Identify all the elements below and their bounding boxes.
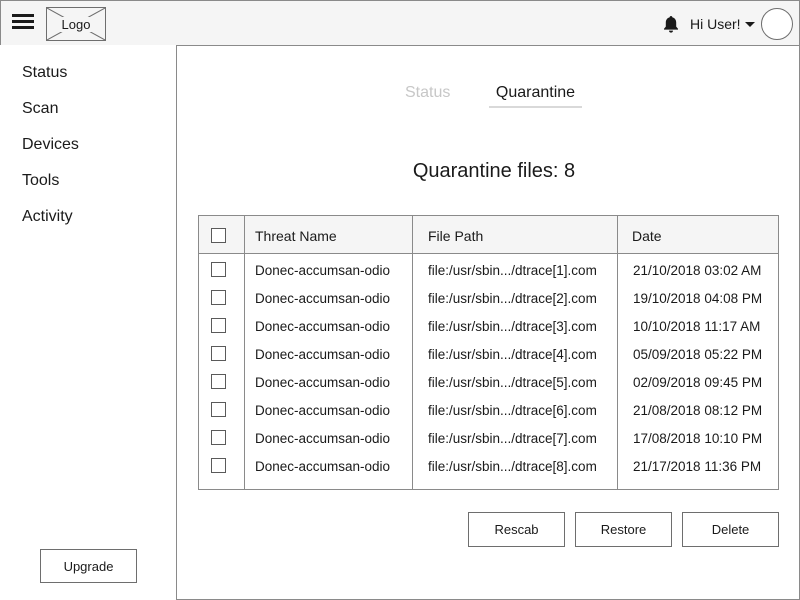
table-header: Threat Name File Path Date [199, 216, 778, 254]
threat-name: Donec-accumsan-odio [255, 459, 391, 474]
top-header: Logo Hi User! [0, 0, 800, 46]
file-path: file:/usr/sbin.../dtrace[6].com [428, 403, 597, 418]
file-path: file:/usr/sbin.../dtrace[2].com [428, 291, 597, 306]
hamburger-menu-icon[interactable] [12, 14, 34, 32]
bell-icon[interactable] [661, 14, 681, 34]
date: 21/08/2018 08:12 PM [633, 403, 763, 418]
sidebar-nav: Status Scan Devices Tools Activity [22, 63, 79, 243]
threat-name: Donec-accumsan-odio [255, 263, 391, 278]
tab-status[interactable]: Status [405, 84, 450, 102]
date: 19/10/2018 04:08 PM [633, 291, 763, 306]
select-all-checkbox[interactable] [211, 228, 226, 243]
date: 17/08/2018 10:10 PM [633, 431, 763, 446]
quarantine-table: Threat Name File Path Date Donec-accumsa… [198, 215, 779, 490]
date: 02/09/2018 09:45 PM [633, 375, 763, 390]
logo[interactable]: Logo [46, 7, 106, 41]
column-header-threat-name[interactable]: Threat Name [255, 228, 337, 244]
date: 05/09/2018 05:22 PM [633, 347, 763, 362]
date: 21/17/2018 11:36 PM [633, 459, 762, 474]
row-checkbox[interactable] [211, 318, 226, 333]
table-row[interactable]: Donec-accumsan-odio file:/usr/sbin.../dt… [199, 256, 778, 284]
sidebar-item-tools[interactable]: Tools [22, 171, 79, 207]
user-greeting: Hi User! [690, 16, 741, 32]
avatar[interactable] [761, 8, 793, 40]
table-row[interactable]: Donec-accumsan-odio file:/usr/sbin.../dt… [199, 368, 778, 396]
row-checkbox[interactable] [211, 262, 226, 277]
column-header-file-path[interactable]: File Path [428, 228, 483, 244]
upgrade-button[interactable]: Upgrade [40, 549, 137, 583]
tab-quarantine[interactable]: Quarantine [489, 84, 582, 108]
file-path: file:/usr/sbin.../dtrace[7].com [428, 431, 597, 446]
table-row[interactable]: Donec-accumsan-odio file:/usr/sbin.../dt… [199, 396, 778, 424]
row-checkbox[interactable] [211, 374, 226, 389]
file-path: file:/usr/sbin.../dtrace[5].com [428, 375, 597, 390]
date: 21/10/2018 03:02 AM [633, 263, 762, 278]
row-checkbox[interactable] [211, 290, 226, 305]
row-checkbox[interactable] [211, 458, 226, 473]
table-row[interactable]: Donec-accumsan-odio file:/usr/sbin.../dt… [199, 424, 778, 452]
sidebar-item-status[interactable]: Status [22, 63, 79, 99]
table-row[interactable]: Donec-accumsan-odio file:/usr/sbin.../dt… [199, 312, 778, 340]
table-row[interactable]: Donec-accumsan-odio file:/usr/sbin.../dt… [199, 340, 778, 368]
row-checkbox[interactable] [211, 402, 226, 417]
user-menu[interactable]: Hi User! [690, 16, 755, 32]
caret-down-icon [744, 22, 755, 27]
file-path: file:/usr/sbin.../dtrace[1].com [428, 263, 597, 278]
sidebar-item-devices[interactable]: Devices [22, 135, 79, 171]
file-path: file:/usr/sbin.../dtrace[8].com [428, 459, 597, 474]
threat-name: Donec-accumsan-odio [255, 291, 391, 306]
threat-name: Donec-accumsan-odio [255, 431, 391, 446]
date: 10/10/2018 11:17 AM [633, 319, 761, 334]
threat-name: Donec-accumsan-odio [255, 347, 391, 362]
rescan-button[interactable]: Rescab [468, 512, 565, 547]
file-path: file:/usr/sbin.../dtrace[3].com [428, 319, 597, 334]
logo-text: Logo [59, 17, 93, 32]
sidebar-item-activity[interactable]: Activity [22, 207, 79, 243]
row-checkbox[interactable] [211, 430, 226, 445]
threat-name: Donec-accumsan-odio [255, 375, 391, 390]
file-path: file:/usr/sbin.../dtrace[4].com [428, 347, 597, 362]
column-header-date[interactable]: Date [632, 228, 662, 244]
threat-name: Donec-accumsan-odio [255, 403, 391, 418]
row-checkbox[interactable] [211, 346, 226, 361]
sidebar: Status Scan Devices Tools Activity Upgra… [0, 45, 177, 600]
delete-button[interactable]: Delete [682, 512, 779, 547]
sidebar-item-scan[interactable]: Scan [22, 99, 79, 135]
threat-name: Donec-accumsan-odio [255, 319, 391, 334]
table-row[interactable]: Donec-accumsan-odio file:/usr/sbin.../dt… [199, 452, 778, 480]
page-title: Quarantine files: 8 [412, 160, 576, 182]
restore-button[interactable]: Restore [575, 512, 672, 547]
table-row[interactable]: Donec-accumsan-odio file:/usr/sbin.../dt… [199, 284, 778, 312]
